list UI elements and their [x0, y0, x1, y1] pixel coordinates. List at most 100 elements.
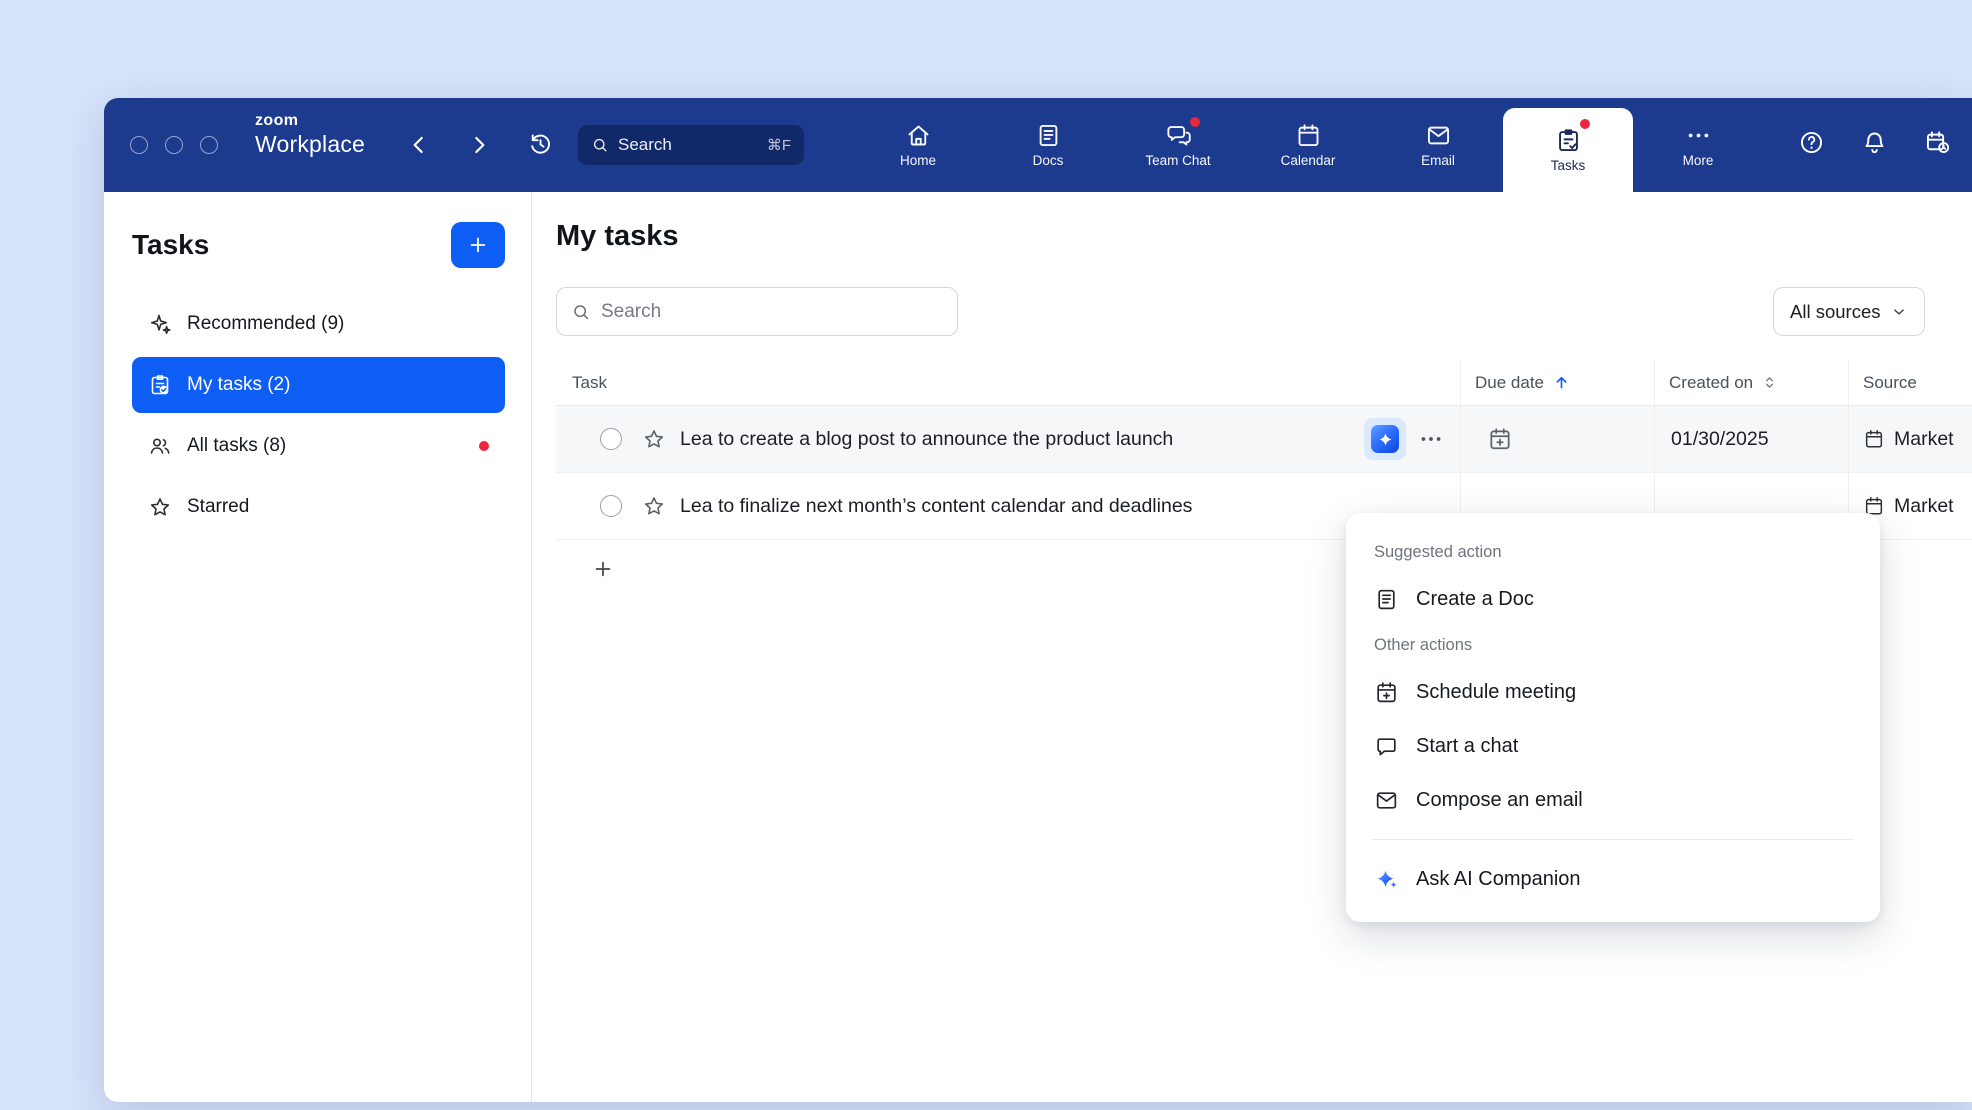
topnav-docs[interactable]: Docs — [983, 98, 1113, 192]
topnav-calendar[interactable]: Calendar — [1243, 98, 1373, 192]
doc-icon — [1374, 587, 1399, 612]
column-header-due-date[interactable]: Due date — [1460, 360, 1654, 405]
row-actions — [1364, 418, 1460, 460]
sidebar-item-label: Recommended (9) — [187, 313, 344, 335]
window-minimize-button[interactable] — [165, 136, 183, 154]
sidebar-item-starred[interactable]: Starred — [132, 479, 505, 535]
search-icon — [571, 302, 591, 322]
email-icon — [1425, 122, 1452, 149]
primary-navigation: Home Docs Team Chat Calendar — [853, 98, 1763, 192]
zoom-workplace-logo: zoom Workplace — [255, 113, 365, 156]
menu-item-create-doc[interactable]: Create a Doc — [1346, 572, 1880, 626]
page-title: My tasks — [556, 220, 1972, 253]
topnav-home[interactable]: Home — [853, 98, 983, 192]
calendar-icon — [1295, 122, 1322, 149]
window-maximize-button[interactable] — [200, 136, 218, 154]
sidebar-item-all-tasks[interactable]: All tasks (8) — [132, 418, 505, 474]
history-icon[interactable] — [527, 131, 554, 158]
task-complete-checkbox[interactable] — [600, 428, 622, 450]
column-header-source: Source — [1848, 360, 1972, 405]
created-on-date: 01/30/2025 — [1671, 428, 1769, 451]
sidebar-item-my-tasks[interactable]: My tasks (2) — [132, 357, 505, 413]
more-icon — [1685, 122, 1712, 149]
topnav-email[interactable]: Email — [1373, 98, 1503, 192]
sidebar-list: Recommended (9) My tasks (2) All tasks (… — [132, 296, 505, 535]
toolbar: All sources — [556, 287, 1972, 336]
logo-workplace-text: Workplace — [255, 133, 365, 156]
plus-icon — [467, 234, 489, 256]
home-icon — [905, 122, 932, 149]
topbar: zoom Workplace Search ⌘F — [104, 98, 1972, 192]
clipboard-check-icon — [148, 373, 172, 397]
menu-item-compose-email[interactable]: Compose an email — [1346, 773, 1880, 827]
star-icon[interactable] — [642, 427, 666, 451]
calendar-source-icon — [1863, 428, 1885, 450]
add-due-date-button[interactable] — [1487, 426, 1513, 452]
suggested-actions-popover: Suggested action Create a Doc Other acti… — [1346, 513, 1880, 922]
menu-divider — [1372, 839, 1854, 840]
source-label: Market — [1894, 495, 1954, 518]
task-title: Lea to create a blog post to announce th… — [680, 428, 1173, 451]
other-actions-label: Other actions — [1346, 626, 1880, 665]
ai-sparkle-icon — [1371, 425, 1399, 453]
people-icon — [148, 434, 172, 458]
logo-zoom-text: zoom — [255, 113, 365, 129]
topnav-more[interactable]: More — [1633, 98, 1763, 192]
task-title: Lea to finalize next month’s content cal… — [680, 495, 1192, 518]
notifications-bell-icon[interactable] — [1861, 129, 1888, 156]
sources-filter-dropdown[interactable]: All sources — [1773, 287, 1925, 336]
topnav-tasks[interactable]: Tasks — [1503, 108, 1633, 192]
sources-filter-value: All sources — [1790, 301, 1880, 323]
more-actions-button[interactable] — [1418, 426, 1444, 452]
task-row[interactable]: Lea to create a blog post to announce th… — [556, 406, 1972, 473]
ai-companion-icon — [1374, 867, 1399, 892]
sidebar-item-label: My tasks (2) — [187, 374, 290, 396]
schedule-calendar-icon[interactable] — [1924, 129, 1951, 156]
source-label: Market — [1894, 428, 1954, 451]
menu-item-schedule-meeting[interactable]: Schedule meeting — [1346, 665, 1880, 719]
forward-chevron-icon[interactable] — [466, 132, 492, 158]
team-chat-icon — [1165, 122, 1192, 149]
team-chat-badge — [1190, 117, 1200, 127]
tasks-badge — [1580, 119, 1590, 129]
chevron-down-icon — [1890, 303, 1908, 321]
column-header-task: Task — [556, 360, 1460, 405]
sidebar-item-recommended[interactable]: Recommended (9) — [132, 296, 505, 352]
search-shortcut: ⌘F — [767, 136, 791, 154]
all-tasks-badge — [479, 441, 489, 451]
topbar-utilities — [1798, 129, 1951, 156]
sparkle-icon — [148, 312, 172, 336]
sidebar-title: Tasks — [132, 229, 209, 261]
task-search-input[interactable] — [601, 301, 943, 323]
topnav-team-chat[interactable]: Team Chat — [1113, 98, 1243, 192]
add-task-button[interactable] — [592, 558, 614, 580]
docs-icon — [1035, 122, 1062, 149]
new-task-button[interactable] — [451, 222, 505, 268]
help-icon[interactable] — [1798, 129, 1825, 156]
sort-ascending-icon[interactable] — [1552, 373, 1571, 392]
search-label: Search — [618, 135, 672, 155]
window-close-button[interactable] — [130, 136, 148, 154]
task-complete-checkbox[interactable] — [600, 495, 622, 517]
menu-item-start-chat[interactable]: Start a chat — [1346, 719, 1880, 773]
menu-item-ask-ai-companion[interactable]: Ask AI Companion — [1346, 852, 1880, 906]
ai-companion-button[interactable] — [1364, 418, 1406, 460]
chat-icon — [1374, 734, 1399, 759]
calendar-plus-icon — [1374, 680, 1399, 705]
task-search-box — [556, 287, 958, 336]
column-header-created-on[interactable]: Created on — [1654, 360, 1848, 405]
window-controls — [130, 136, 218, 154]
search-icon — [591, 136, 609, 154]
mail-icon — [1374, 788, 1399, 813]
sidebar-item-label: Starred — [187, 496, 249, 518]
table-header-row: Task Due date Created on — [556, 360, 1972, 406]
star-icon — [148, 495, 172, 519]
sort-both-icon[interactable] — [1761, 374, 1778, 391]
star-icon[interactable] — [642, 494, 666, 518]
tasks-sidebar: Tasks Recommended (9) — [104, 192, 532, 1102]
global-search-button[interactable]: Search ⌘F — [578, 125, 804, 165]
back-chevron-icon[interactable] — [406, 132, 432, 158]
sidebar-item-label: All tasks (8) — [187, 435, 286, 457]
tasks-icon — [1555, 127, 1582, 154]
app-window: zoom Workplace Search ⌘F — [104, 98, 1972, 1102]
